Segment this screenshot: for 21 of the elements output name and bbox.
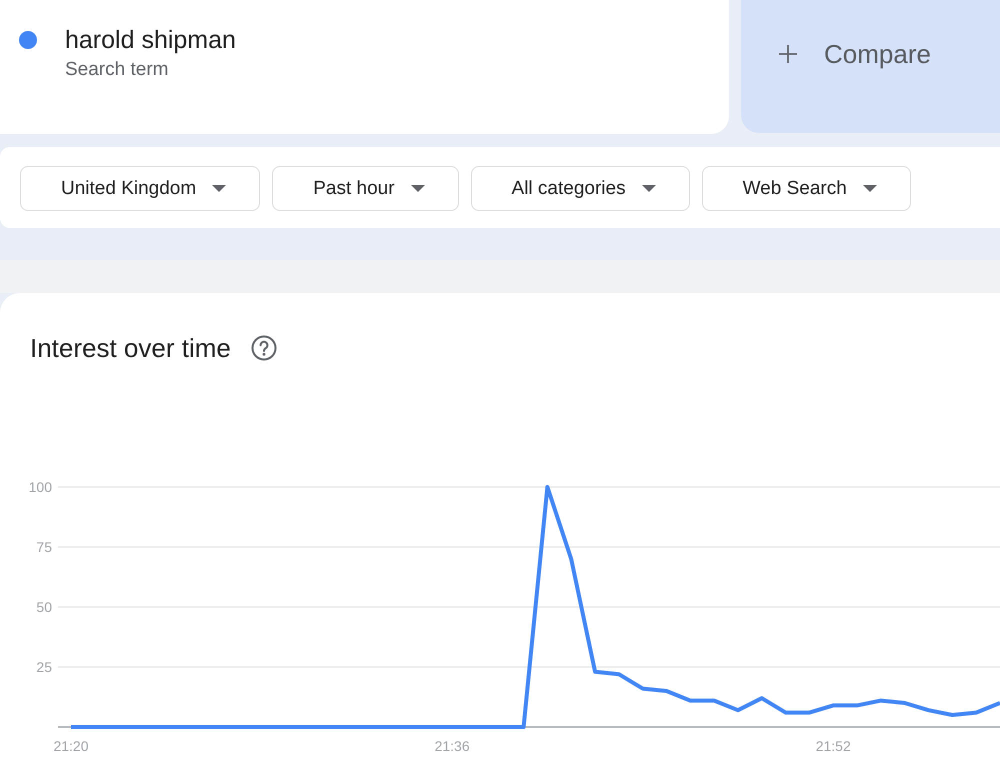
y-axis-label: 25 xyxy=(36,659,52,675)
filter-dropdown[interactable]: All categories xyxy=(470,166,690,211)
compare-button[interactable]: Compare xyxy=(741,0,1000,133)
add-icon xyxy=(778,44,798,64)
caret-down-icon xyxy=(642,185,656,192)
chart-title: Interest over time xyxy=(30,332,231,364)
search-term-text: harold shipman xyxy=(65,25,236,55)
caret-down-icon xyxy=(410,185,425,192)
caret-down-icon xyxy=(862,185,877,192)
y-axis-label: 75 xyxy=(36,539,52,555)
help-icon[interactable] xyxy=(250,335,277,361)
x-axis-label: 21:36 xyxy=(434,738,470,754)
x-axis-label: 21:52 xyxy=(816,738,851,754)
filter-dropdown[interactable]: Web Search xyxy=(702,166,911,211)
x-axis-label: 21:20 xyxy=(53,738,89,754)
caret-down-icon xyxy=(212,185,226,192)
filter-dropdown[interactable]: Past hour xyxy=(272,166,459,211)
y-axis-label: 50 xyxy=(36,599,52,615)
search-term-caption: Search term xyxy=(65,59,170,81)
y-axis-label: 100 xyxy=(28,479,52,495)
filter-dropdown[interactable]: United Kingdom xyxy=(20,166,260,211)
